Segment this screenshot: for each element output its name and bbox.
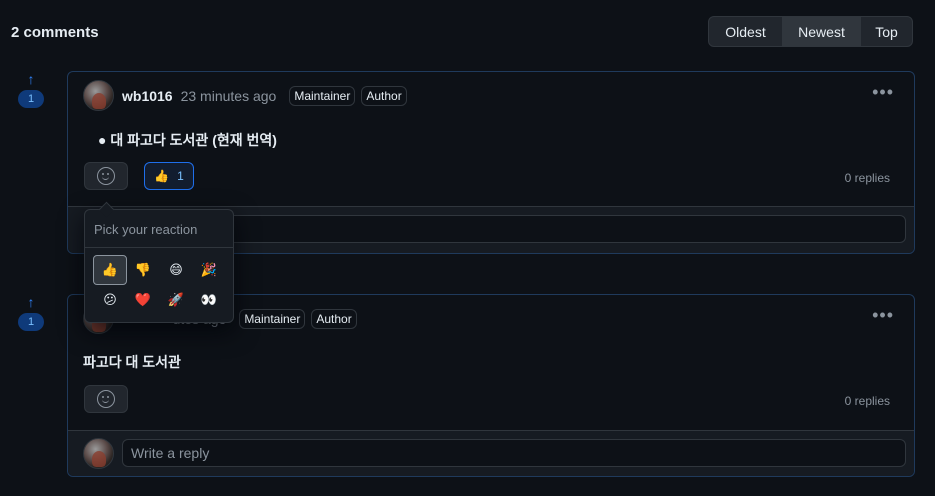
upvote-arrow-icon[interactable]: ↑ (18, 72, 44, 86)
reply-bar: Write a reply (68, 430, 914, 476)
comment-count: 2 comments (11, 24, 99, 41)
maintainer-badge: Maintainer (289, 85, 356, 106)
heart-icon[interactable]: ❤️ (126, 285, 160, 315)
comment-body: 파고다 대 도서관 (83, 354, 181, 370)
smiley-icon (97, 167, 115, 185)
thumbs-up-icon: 👍 (154, 169, 170, 183)
eyes-icon[interactable]: 👀 (192, 285, 226, 315)
reaction-thumbs-up[interactable]: 👍 1 (144, 162, 194, 190)
vote-count: 1 (18, 313, 44, 331)
add-reaction-button[interactable] (84, 162, 128, 190)
sort-oldest-button[interactable]: Oldest (709, 17, 783, 46)
sort-newest-button[interactable]: Newest (783, 17, 861, 46)
bullet-icon: ● (98, 132, 107, 148)
comment-body-text: 대 파고다 도서관 (현재 번역) (110, 132, 277, 148)
confused-icon[interactable]: 😕 (93, 285, 127, 315)
reaction-grid: 👍 👎 😄 🎉 😕 ❤️ 🚀 👀 (93, 255, 225, 315)
upvote-arrow-icon[interactable]: ↑ (18, 295, 44, 309)
more-options-icon[interactable]: ••• (872, 82, 894, 103)
upvote-widget[interactable]: ↑ 1 (18, 295, 44, 331)
comment-header: wb1016 23 minutes ago Maintainer Author (83, 80, 407, 111)
reaction-picker: Pick your reaction 👍 👎 😄 🎉 😕 ❤️ 🚀 👀 (84, 209, 234, 323)
author-badge: Author (311, 308, 357, 329)
sort-toggle: Oldest Newest Top (708, 16, 913, 47)
replies-count: 0 replies (844, 394, 890, 408)
author-name[interactable]: wb1016 (122, 88, 173, 104)
reply-input[interactable]: Write a reply (122, 439, 906, 467)
sort-top-button[interactable]: Top (861, 17, 912, 46)
avatar (83, 438, 114, 469)
reaction-picker-title: Pick your reaction (94, 222, 198, 237)
thumbs-down-icon[interactable]: 👎 (126, 255, 160, 285)
maintainer-badge: Maintainer (239, 308, 306, 329)
comment-body: ● 대 파고다 도서관 (현재 번역) (98, 130, 277, 150)
author-badge: Author (361, 85, 407, 106)
upvote-widget[interactable]: ↑ 1 (18, 72, 44, 108)
add-reaction-button[interactable] (84, 385, 128, 413)
replies-count: 0 replies (844, 171, 890, 185)
reaction-count: 1 (177, 169, 184, 183)
rocket-icon[interactable]: 🚀 (159, 285, 193, 315)
reply-input[interactable]: Write a reply (122, 215, 906, 243)
comment-time[interactable]: 23 minutes ago (181, 88, 277, 104)
smiley-icon (97, 390, 115, 408)
laugh-icon[interactable]: 😄 (159, 255, 193, 285)
avatar[interactable] (83, 80, 114, 111)
vote-count: 1 (18, 90, 44, 108)
thumbs-up-icon[interactable]: 👍 (93, 255, 127, 285)
divider (85, 247, 233, 248)
hooray-icon[interactable]: 🎉 (192, 255, 226, 285)
more-options-icon[interactable]: ••• (872, 305, 894, 326)
